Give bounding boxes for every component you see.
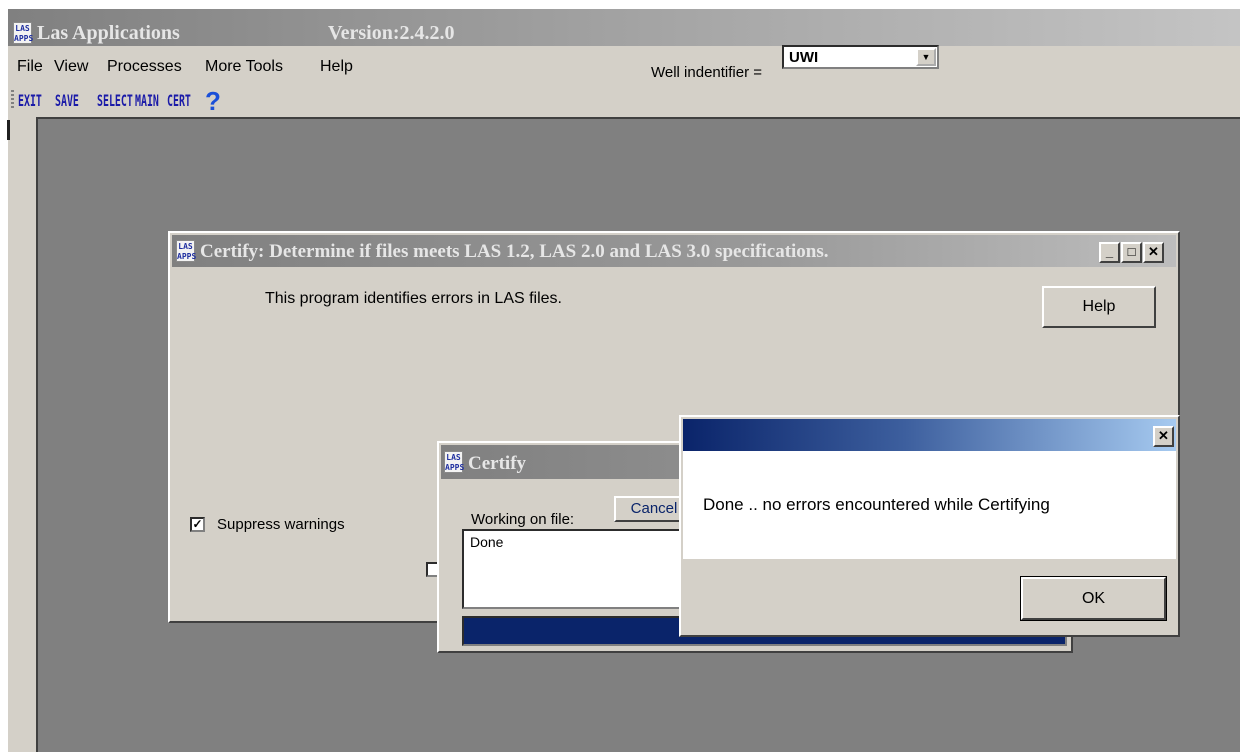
select-button[interactable]: SELECT — [97, 91, 133, 110]
suppress-warnings-checkbox[interactable]: ✓ — [190, 517, 205, 532]
app-title-bar[interactable]: LAS APPS Las Applications Version:2.4.2.0 — [8, 9, 1240, 46]
menu-file[interactable]: File — [17, 58, 43, 76]
certify-dialog-title-bar[interactable]: LAS APPS Certify: Determine if files meet… — [172, 235, 1176, 267]
exit-button[interactable]: EXIT — [18, 91, 42, 110]
cert-button[interactable]: CERT — [167, 91, 191, 110]
app-version: Version:2.4.2.0 — [328, 22, 455, 44]
menu-bar: File View Processes More Tools Help Well… — [8, 55, 1240, 85]
menu-help[interactable]: Help — [320, 58, 353, 76]
menu-processes[interactable]: Processes — [107, 58, 182, 76]
intro-text: This program identifies errors in LAS fi… — [265, 290, 562, 307]
file-status-box: Done — [462, 529, 702, 609]
dropdown-arrow-icon[interactable]: ▼ — [916, 48, 936, 66]
las-apps-logo-icon: LAS APPS — [444, 451, 465, 473]
minimize-button[interactable]: _ — [1099, 242, 1120, 263]
well-identifier-label: Well indentifier = — [651, 64, 763, 81]
menu-view[interactable]: View — [54, 58, 88, 76]
help-button[interactable]: Help — [1042, 286, 1156, 328]
save-button[interactable]: SAVE — [55, 91, 79, 110]
ok-button[interactable]: OK — [1020, 576, 1167, 621]
las-apps-logo-icon: LAS APPS — [13, 22, 34, 44]
progress-dialog-title: Certify — [468, 453, 527, 474]
toolbar-grip[interactable] — [11, 90, 14, 110]
working-on-file-label: Working on file: — [471, 511, 575, 528]
well-identifier-select[interactable]: UWI ▼ — [782, 45, 939, 69]
message-close-button[interactable]: ✕ — [1153, 426, 1174, 447]
window-edge-mark — [7, 120, 10, 140]
toolbar: EXIT SAVE SELECT MAIN CERT ? — [8, 86, 1240, 116]
message-title-bar[interactable] — [683, 419, 1176, 451]
menu-more-tools[interactable]: More Tools — [205, 58, 283, 76]
certify-dialog-title: Certify: Determine if files meets LAS 1.… — [200, 241, 829, 262]
close-button[interactable]: ✕ — [1143, 242, 1164, 263]
main-button[interactable]: MAIN — [135, 91, 159, 110]
suppress-warnings-label: Suppress warnings — [217, 516, 345, 533]
message-text: Done .. no errors encountered while Cert… — [703, 495, 1050, 514]
file-status-text: Done — [470, 534, 504, 550]
app-title: Las Applications — [37, 22, 180, 44]
well-identifier-value: UWI — [789, 49, 819, 66]
las-apps-logo-icon: LAS APPS — [176, 240, 197, 262]
message-body: Done .. no errors encountered while Cert… — [683, 451, 1176, 559]
maximize-button[interactable]: □ — [1121, 242, 1142, 263]
message-dialog: ✕ Done .. no errors encountered while Ce… — [679, 415, 1180, 637]
help-icon[interactable]: ? — [205, 86, 221, 117]
